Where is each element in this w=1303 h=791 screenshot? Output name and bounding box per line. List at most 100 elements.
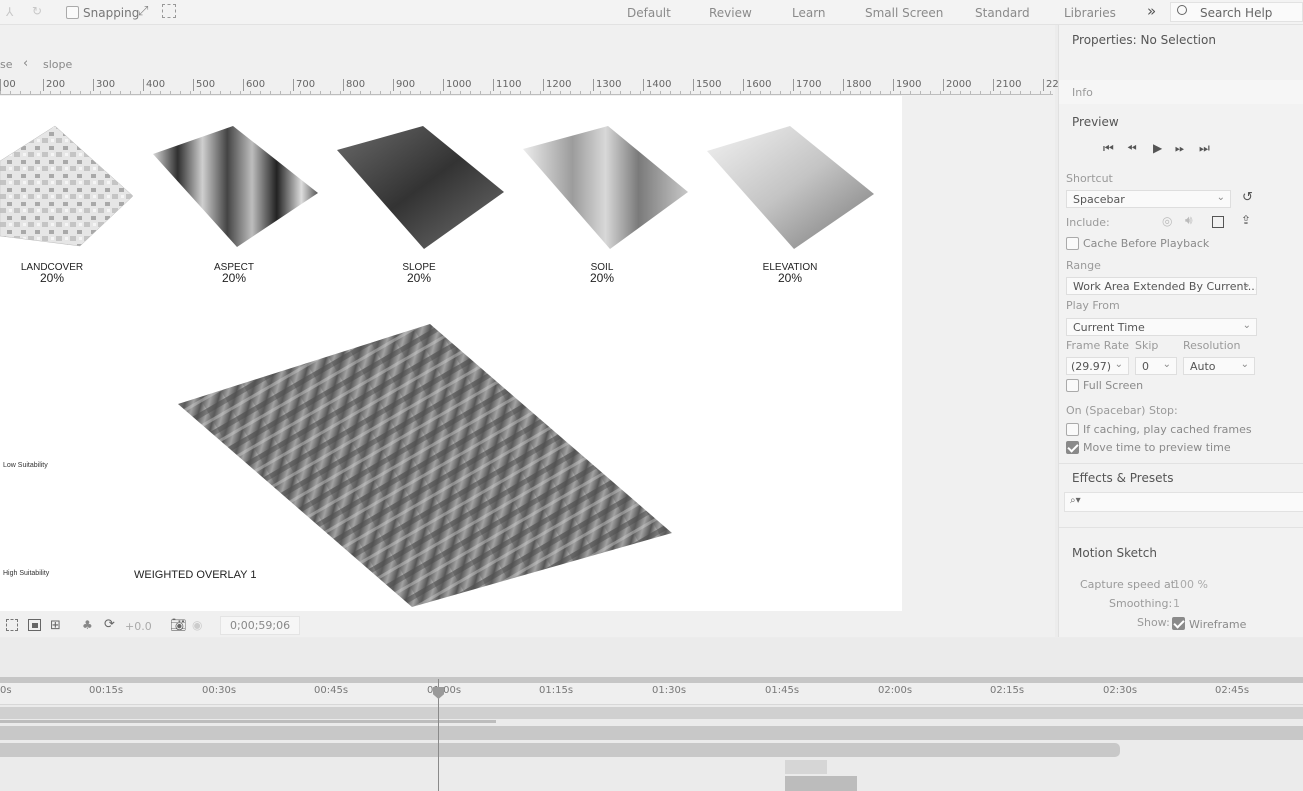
layer-bar[interactable] <box>0 743 1120 757</box>
composition-canvas[interactable]: LANDCOVER 20% ASPECT 20% SLOPE 20% SOIL 20% … <box>0 96 902 611</box>
breadcrumb-back-icon[interactable]: ‹ <box>23 56 28 71</box>
horizontal-ruler: 00 200 300 400 500 600 700 800 900 1000 1100 1200 13… <box>0 78 1059 95</box>
ruler-tick-label: 1900 <box>893 79 921 91</box>
layer-label-landcover: LANDCOVER 20% <box>0 262 112 284</box>
terrain-maps <box>0 125 874 607</box>
ruler-tick-label: 1800 <box>843 79 871 91</box>
composition-panel: se ‹ slope 00 200 300 400 500 600 700 800 900 100… <box>0 25 1059 638</box>
stop-label: On (Spacebar) Stop: <box>1066 404 1178 417</box>
channel-icon[interactable]: ♣ <box>82 618 93 632</box>
snap-edges-icon[interactable]: ⤢ <box>138 4 148 19</box>
if-caching-label: If caching, play cached frames <box>1083 423 1252 436</box>
layer-bar[interactable] <box>785 776 857 791</box>
search-help-placeholder: Search Help <box>1200 6 1273 20</box>
transparency-grid-icon[interactable] <box>28 619 41 631</box>
slope-map <box>337 126 504 249</box>
full-screen-label: Full Screen <box>1083 379 1144 392</box>
layer-weight: 20% <box>221 271 247 285</box>
layer-bar[interactable] <box>0 726 1303 740</box>
last-frame-icon[interactable]: ⏭︎ <box>1199 141 1210 156</box>
motion-sketch-title: Motion Sketch <box>1072 546 1157 560</box>
frame-rate-label: Frame Rate <box>1066 339 1129 352</box>
workspace-small-screen[interactable]: Small Screen <box>865 6 943 20</box>
frame-rate-select[interactable]: (29.97) ⌄ <box>1066 357 1129 375</box>
legend-low-suitability: Low Suitability <box>3 462 48 469</box>
frame-rate-value: (29.97) <box>1071 360 1112 373</box>
chevron-down-icon: ⌄ <box>1240 359 1249 370</box>
move-time-checkbox[interactable] <box>1066 441 1079 454</box>
if-caching-checkbox[interactable] <box>1066 423 1079 436</box>
region-of-interest-icon[interactable] <box>6 619 18 631</box>
capture-speed-label: Capture speed at: <box>1080 578 1179 591</box>
workspace-review[interactable]: Review <box>709 6 752 20</box>
snapping-checkbox[interactable] <box>66 6 79 19</box>
workspace-learn[interactable]: Learn <box>792 6 826 20</box>
include-overlays-icon[interactable] <box>1212 216 1224 228</box>
pin-tool-icon[interactable]: ⅄ <box>6 5 13 19</box>
ruler-tick-label: 1500 <box>693 79 721 91</box>
skip-label: Skip <box>1135 339 1159 352</box>
timeline-tick: 02:00s <box>878 685 913 696</box>
full-screen-checkbox[interactable] <box>1066 379 1079 392</box>
snapshot-camera-icon[interactable]: 📷︎ <box>170 618 187 633</box>
next-frame-icon[interactable]: ⏩︎ <box>1175 141 1185 156</box>
play-from-label: Play From <box>1066 299 1120 312</box>
breadcrumb-previous[interactable]: se <box>0 58 13 71</box>
capture-speed-value[interactable]: 100 % <box>1173 578 1208 591</box>
layer-weight: 20% <box>406 271 432 285</box>
resolution-value: Auto <box>1190 360 1216 373</box>
ruler-tick-label: 200 <box>43 79 65 91</box>
breadcrumb-current[interactable]: slope <box>43 58 72 71</box>
overlay-title: WEIGHTED OVERLAY 1 <box>134 569 257 581</box>
include-audio-icon[interactable]: 🔊︎ <box>1185 213 1193 228</box>
reset-shortcut-icon[interactable]: ↺ <box>1242 190 1253 205</box>
cache-before-playback-checkbox[interactable] <box>1066 237 1079 250</box>
range-select[interactable]: Work Area Extended By Current... ⌄ <box>1066 277 1257 295</box>
work-area-bar[interactable] <box>0 707 1303 719</box>
properties-title: Properties: No Selection <box>1072 33 1216 47</box>
exposure-value[interactable]: +0.0 <box>125 620 152 633</box>
shortcut-select[interactable]: Spacebar ⌄ <box>1066 190 1231 208</box>
play-from-select[interactable]: Current Time ⌄ <box>1066 318 1257 336</box>
search-help-field[interactable]: Search Help <box>1170 2 1303 22</box>
previous-frame-icon[interactable]: ⏪︎ <box>1127 141 1137 156</box>
current-time-display[interactable]: 0;00;59;06 <box>220 616 301 635</box>
smoothing-value[interactable]: 1 <box>1173 597 1180 610</box>
chevron-down-icon: ⌄ <box>1242 320 1251 331</box>
snap-features-icon[interactable] <box>162 4 176 18</box>
layer-label-aspect: ASPECT 20% <box>174 262 294 284</box>
layer-bar[interactable] <box>785 760 827 774</box>
more-workspaces-icon[interactable]: » <box>1147 2 1156 20</box>
workspace-libraries[interactable]: Libraries <box>1064 6 1116 20</box>
include-video-icon[interactable]: ◎ <box>1162 214 1172 228</box>
properties-panel: Properties: No Selection Info Preview ⏮︎… <box>1058 25 1303 637</box>
effects-search-field[interactable]: ⌕▾ <box>1064 492 1303 512</box>
show-snapshot-icon[interactable]: ◉ <box>192 618 202 632</box>
resolution-select[interactable]: Auto ⌄ <box>1183 357 1255 375</box>
workspace-standard[interactable]: Standard <box>975 6 1030 20</box>
soil-map <box>523 126 688 249</box>
preview-title: Preview <box>1072 115 1119 129</box>
ruler-tick-label: 1000 <box>443 79 471 91</box>
include-export-icon[interactable]: ⇪ <box>1241 213 1251 227</box>
skip-select[interactable]: 0 ⌄ <box>1135 357 1177 375</box>
shortcut-value: Spacebar <box>1073 193 1125 206</box>
landcover-map <box>0 125 134 247</box>
timeline-tick: 02:15s <box>990 685 1025 696</box>
play-icon[interactable]: ▶ <box>1153 141 1162 155</box>
guides-options-icon[interactable]: ⊞ <box>50 618 61 633</box>
move-time-label: Move time to preview time <box>1083 441 1231 454</box>
wireframe-checkbox[interactable] <box>1172 617 1185 630</box>
elevation-map <box>707 126 874 249</box>
workspace-default[interactable]: Default <box>627 6 671 20</box>
effects-presets-title: Effects & Presets <box>1072 471 1174 485</box>
roto-tool-icon[interactable]: ↻ <box>32 4 42 18</box>
viewer-toolbar: ⊞ ♣ ⟳ +0.0 📷︎ ◉ 0;00;59;06 <box>0 614 1055 638</box>
ruler-tick-label: 900 <box>393 79 415 91</box>
layer-label-soil: SOIL 20% <box>542 262 662 284</box>
reset-exposure-icon[interactable]: ⟳ <box>104 617 115 632</box>
first-frame-icon[interactable]: ⏮︎ <box>1103 141 1114 156</box>
chevron-down-icon: ⌄ <box>1242 279 1251 290</box>
info-panel-header[interactable]: Info <box>1059 80 1303 104</box>
layer-weight: 20% <box>589 271 615 285</box>
